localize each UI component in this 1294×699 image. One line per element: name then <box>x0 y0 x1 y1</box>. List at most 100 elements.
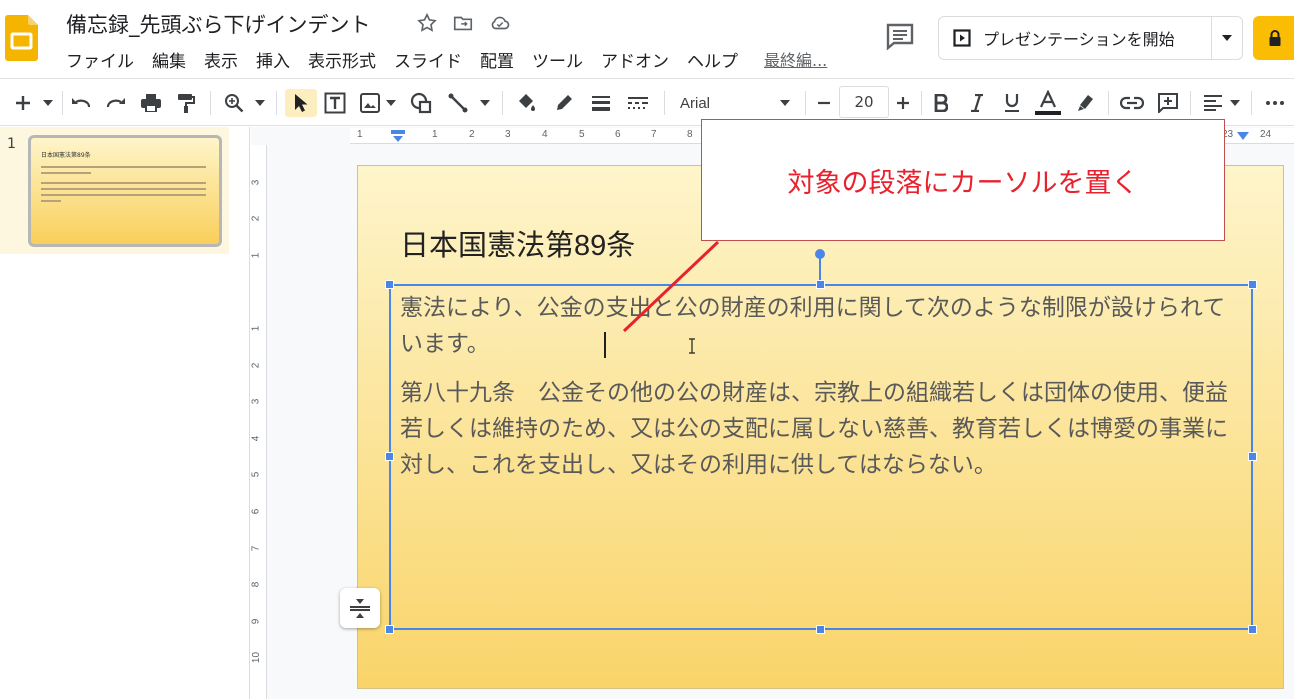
menu-insert[interactable]: 挿入 <box>256 47 290 72</box>
text-box-icon <box>324 92 346 114</box>
body-paragraph-1[interactable]: 憲法により、公金の支出と公の財産の利用に関して次のような制限が設けられています。 <box>400 290 1230 362</box>
present-dropdown-button[interactable] <box>1212 17 1242 59</box>
autofit-options-button[interactable] <box>340 588 380 628</box>
text-color-button[interactable] <box>1034 89 1062 117</box>
ibeam-cursor-icon <box>689 338 695 354</box>
thumbnail-text-line <box>41 200 61 202</box>
insert-image-dropdown[interactable] <box>384 89 398 117</box>
rotate-handle[interactable] <box>815 249 825 259</box>
menu-help[interactable]: ヘルプ <box>687 47 738 72</box>
slide-thumbnail[interactable]: 日本国憲法第89条 <box>28 135 222 247</box>
highlighter-icon <box>1078 95 1093 111</box>
menu-format[interactable]: 表示形式 <box>308 47 376 72</box>
print-button[interactable] <box>138 89 164 117</box>
share-button[interactable] <box>1253 16 1294 60</box>
shape-tool-button[interactable] <box>407 89 435 117</box>
menu-file[interactable]: ファイル <box>66 47 134 72</box>
link-icon <box>1120 96 1144 110</box>
underline-button[interactable] <box>999 89 1025 117</box>
toolbar-divider <box>664 91 665 115</box>
right-indent-marker-icon[interactable] <box>1237 132 1249 140</box>
redo-button[interactable] <box>103 89 129 117</box>
fill-color-icon <box>519 94 535 111</box>
document-title[interactable]: 備忘録_先頭ぶら下げインデント <box>66 9 371 39</box>
more-options-button[interactable] <box>1262 89 1288 117</box>
ruler-number: 7 <box>250 545 262 552</box>
menu-edit[interactable]: 編集 <box>152 47 186 72</box>
menu-slide[interactable]: スライド <box>394 47 462 72</box>
zoom-button[interactable] <box>220 89 248 117</box>
italic-button[interactable] <box>964 89 990 117</box>
resize-handle-left[interactable] <box>385 452 394 461</box>
new-slide-dropdown[interactable] <box>40 89 56 117</box>
line-tool-button[interactable] <box>444 89 472 117</box>
slide-filmstrip: 1 日本国憲法第89条 <box>0 127 250 699</box>
text-box-tool-button[interactable] <box>322 89 348 117</box>
menu-tools[interactable]: ツール <box>532 47 583 72</box>
font-family-select[interactable]: Arial <box>672 89 798 117</box>
fill-color-button[interactable] <box>513 89 539 117</box>
ruler-number: 8 <box>687 129 693 140</box>
new-slide-button[interactable] <box>8 89 38 117</box>
border-color-button[interactable] <box>551 89 577 117</box>
resize-handle-bottom[interactable] <box>816 625 825 634</box>
zoom-dropdown[interactable] <box>253 89 267 117</box>
align-button[interactable] <box>1200 89 1226 117</box>
comment-history-icon[interactable] <box>884 22 916 52</box>
ruler-number: 1 <box>432 129 438 140</box>
toolbar-divider <box>210 91 211 115</box>
resize-handle-top-right[interactable] <box>1248 280 1257 289</box>
resize-handle-right[interactable] <box>1248 452 1257 461</box>
bold-icon <box>934 94 948 112</box>
toolbar-divider <box>921 91 922 115</box>
slides-logo-icon[interactable] <box>5 15 38 61</box>
highlight-color-button[interactable] <box>1072 89 1098 117</box>
ruler-number: 9 <box>250 618 262 625</box>
star-icon[interactable] <box>416 12 438 34</box>
move-folder-icon[interactable] <box>452 12 474 34</box>
paint-format-icon <box>178 94 195 113</box>
ruler-number: 2 <box>250 362 262 369</box>
select-tool-button[interactable] <box>285 89 317 117</box>
more-horizontal-icon <box>1266 101 1284 105</box>
undo-button[interactable] <box>68 89 94 117</box>
align-dropdown[interactable] <box>1228 89 1242 117</box>
autofit-icon <box>350 599 370 618</box>
resize-handle-bottom-right[interactable] <box>1248 625 1257 634</box>
slide-title[interactable]: 日本国憲法第89条 <box>400 222 635 264</box>
thumbnail-text-line <box>41 188 206 190</box>
filmstrip-slide-item[interactable]: 1 日本国憲法第89条 <box>0 127 229 254</box>
add-comment-button[interactable] <box>1155 89 1181 117</box>
increase-font-size-button[interactable] <box>891 89 915 117</box>
insert-image-button[interactable] <box>357 89 383 117</box>
minus-icon <box>818 101 830 105</box>
resize-handle-top-left[interactable] <box>385 280 394 289</box>
decrease-font-size-button[interactable] <box>812 89 836 117</box>
font-size-input[interactable]: 20 <box>839 86 889 118</box>
ruler-number: 3 <box>505 129 511 140</box>
menu-arrange[interactable]: 配置 <box>480 47 514 72</box>
border-weight-button[interactable] <box>588 89 614 117</box>
present-button[interactable]: プレゼンテーションを開始 <box>939 17 1212 59</box>
chevron-down-icon <box>386 100 396 106</box>
resize-handle-bottom-left[interactable] <box>385 625 394 634</box>
last-edit-link[interactable]: 最終編... <box>764 47 827 71</box>
vertical-ruler[interactable]: 3 2 1 1 2 3 4 5 6 7 8 9 10 <box>250 145 267 699</box>
cloud-saved-icon[interactable] <box>489 12 511 34</box>
text-color-icon <box>1035 90 1061 115</box>
menu-addons[interactable]: アドオン <box>601 47 669 72</box>
indent-marker-icon[interactable] <box>391 130 405 142</box>
body-paragraph-2[interactable]: 第八十九条 公金その他の公の財産は、宗教上の組織若しくは団体の使用、便益若しくは… <box>400 375 1230 483</box>
menu-view[interactable]: 表示 <box>204 47 238 72</box>
thumbnail-text-line <box>41 194 206 196</box>
resize-handle-top[interactable] <box>816 280 825 289</box>
chevron-down-icon <box>780 100 790 106</box>
paint-format-button[interactable] <box>173 89 199 117</box>
cursor-arrow-icon <box>295 94 308 112</box>
border-dash-button[interactable] <box>625 89 651 117</box>
line-tool-dropdown[interactable] <box>478 89 492 117</box>
ruler-number: 8 <box>250 581 262 588</box>
insert-link-button[interactable] <box>1118 89 1146 117</box>
bold-button[interactable] <box>928 89 954 117</box>
undo-icon <box>72 98 91 108</box>
